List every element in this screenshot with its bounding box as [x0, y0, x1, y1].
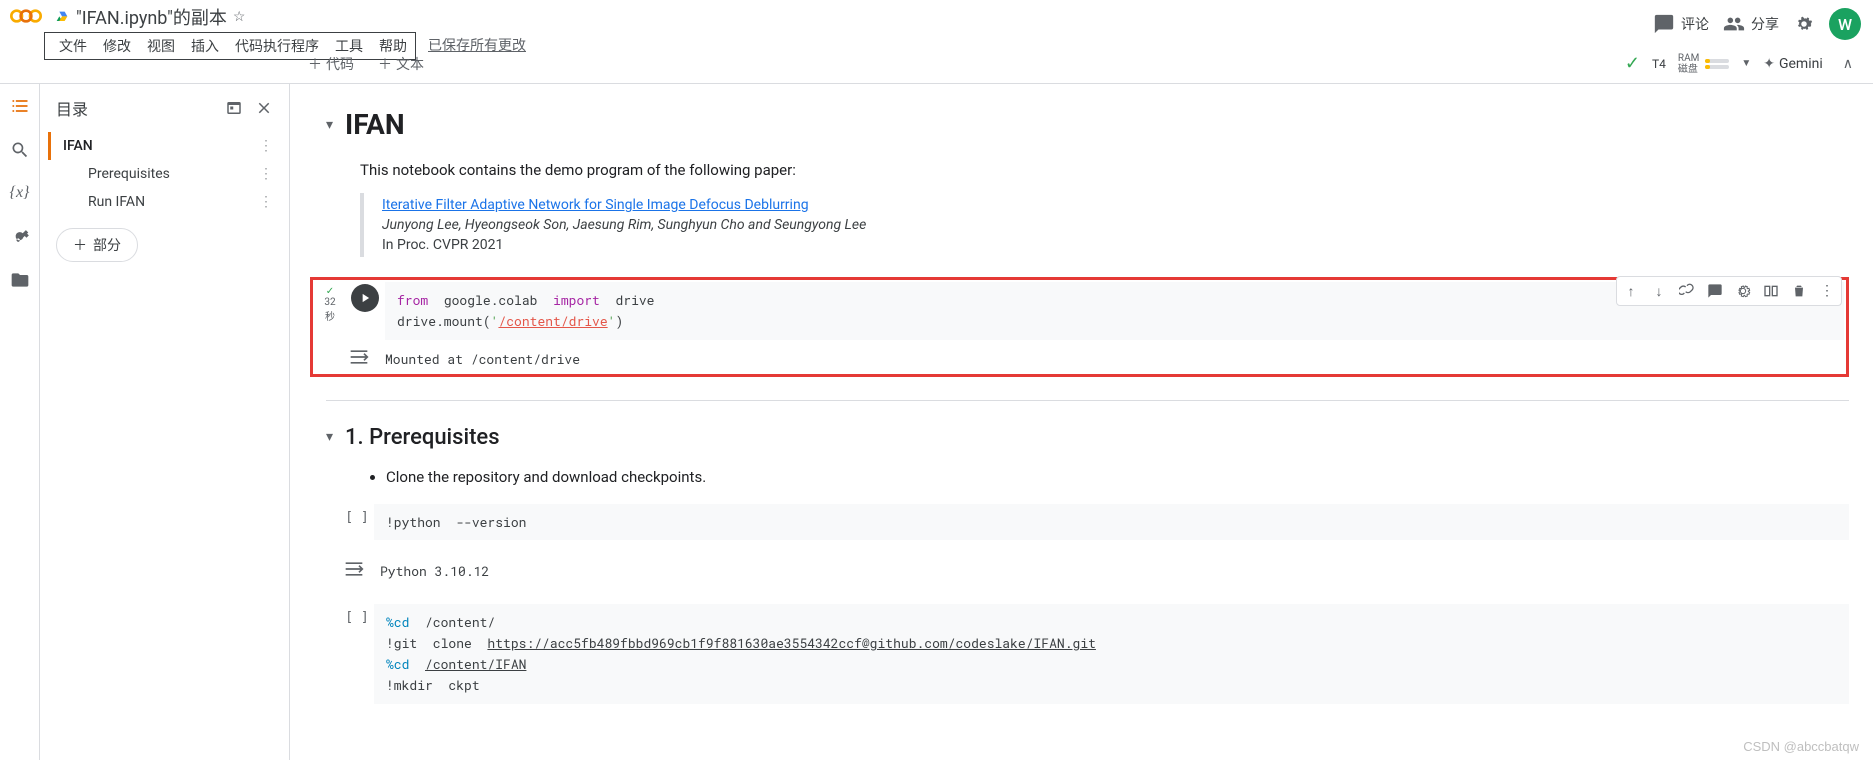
- mirror-cell-icon[interactable]: [1757, 277, 1785, 305]
- gear-icon[interactable]: [1793, 13, 1815, 35]
- toc-item-prerequisites[interactable]: Prerequisites ⋮: [48, 160, 281, 188]
- cell-output: Mounted at /content/drive: [385, 346, 1844, 372]
- expand-icon[interactable]: ∧: [1835, 52, 1861, 76]
- secrets-icon[interactable]: [10, 226, 30, 246]
- collapse-icon[interactable]: ▾: [326, 117, 333, 133]
- move-up-icon[interactable]: ↑: [1617, 277, 1645, 305]
- code-cell-clone-repo[interactable]: [ ] %cd /content/ !git clone https://acc…: [310, 604, 1849, 703]
- exec-count: [ ]: [340, 604, 374, 625]
- comment-button[interactable]: 评论: [1653, 13, 1709, 35]
- runtime-type: T4: [1652, 57, 1666, 71]
- comment-cell-icon[interactable]: [1701, 277, 1729, 305]
- toc-icon[interactable]: [10, 96, 30, 116]
- add-section-button[interactable]: ＋ 部分: [56, 228, 138, 262]
- code-editor[interactable]: !python --version: [374, 504, 1849, 541]
- cell-toolbar: ↑ ↓ ⋮: [1616, 276, 1842, 306]
- star-icon[interactable]: ☆: [233, 9, 246, 25]
- settings-cell-icon[interactable]: [1729, 277, 1757, 305]
- search-icon[interactable]: [10, 140, 30, 160]
- share-icon: [1723, 13, 1745, 35]
- code-editor[interactable]: %cd /content/ !git clone https://acc5fb4…: [374, 604, 1849, 703]
- heading-prerequisites: 1. Prerequisites: [345, 425, 500, 450]
- toc-item-ifan[interactable]: IFAN ⋮: [48, 132, 281, 160]
- more-icon[interactable]: ⋮: [259, 166, 273, 182]
- exec-time: 32: [324, 297, 335, 308]
- share-button[interactable]: 分享: [1723, 13, 1779, 35]
- sidebar-title: 目录: [56, 96, 88, 120]
- sidebar: 目录 IFAN ⋮ Prerequisites ⋮ Run IFAN ⋮ ＋ 部…: [40, 84, 290, 760]
- gemini-button[interactable]: ✦ Gemini: [1763, 56, 1823, 72]
- cell-output: Python 3.10.12: [380, 558, 1849, 584]
- exec-count: [ ]: [340, 504, 374, 525]
- new-window-icon[interactable]: [225, 99, 243, 117]
- toc-item-run-ifan[interactable]: Run IFAN ⋮: [48, 188, 281, 216]
- sparkle-icon: ✦: [1763, 56, 1775, 72]
- code-cell-python-version[interactable]: [ ] !python --version Python 3.10.12: [310, 504, 1849, 585]
- runtime-dropdown-icon[interactable]: ▼: [1741, 58, 1751, 69]
- colab-logo[interactable]: [8, 2, 44, 30]
- comment-icon: [1653, 13, 1675, 35]
- add-code-button[interactable]: ＋ 代码: [300, 50, 362, 78]
- link-icon[interactable]: [1673, 277, 1701, 305]
- venue-text: In Proc. CVPR 2021: [382, 237, 1849, 253]
- notebook-content: ▾ IFAN This notebook contains the demo p…: [290, 84, 1873, 760]
- watermark: CSDN @abccbatqw: [1743, 739, 1859, 754]
- resource-indicator[interactable]: RAM 磁盘: [1678, 53, 1729, 75]
- left-rail: {x}: [0, 84, 40, 760]
- intro-text: This notebook contains the demo program …: [360, 161, 1849, 179]
- output-toggle-icon[interactable]: [344, 560, 364, 578]
- code-cell-mount-drive[interactable]: ↑ ↓ ⋮ ✓ 32 秒 from google.col: [310, 277, 1849, 377]
- variables-icon[interactable]: {x}: [10, 184, 30, 202]
- add-text-button[interactable]: ＋ 文本: [370, 50, 432, 78]
- avatar[interactable]: W: [1829, 8, 1861, 40]
- save-status[interactable]: 已保存所有更改: [428, 35, 526, 55]
- bullet-clone: Clone the repository and download checkp…: [386, 468, 1849, 486]
- exec-check-icon: ✓: [326, 286, 334, 297]
- authors-text: Junyong Lee, Hyeongseok Son, Jaesung Rim…: [382, 217, 1849, 233]
- paper-link[interactable]: Iterative Filter Adaptive Network for Si…: [382, 197, 809, 213]
- output-toggle-icon[interactable]: [349, 348, 369, 366]
- run-cell-button[interactable]: [351, 284, 379, 312]
- heading-ifan: IFAN: [345, 108, 405, 141]
- header: "IFAN.ipynb"的副本 ☆ 文件 修改 视图 插入 代码执行程序 工具 …: [0, 0, 1873, 44]
- files-icon[interactable]: [10, 270, 30, 290]
- drive-icon: [54, 9, 70, 25]
- more-icon[interactable]: ⋮: [259, 138, 273, 154]
- more-cell-icon[interactable]: ⋮: [1813, 277, 1841, 305]
- move-down-icon[interactable]: ↓: [1645, 277, 1673, 305]
- document-title[interactable]: "IFAN.ipynb"的副本: [76, 4, 227, 30]
- status-ok-icon: ✓: [1625, 53, 1640, 74]
- paper-citation: Iterative Filter Adaptive Network for Si…: [360, 193, 1849, 257]
- delete-cell-icon[interactable]: [1785, 277, 1813, 305]
- more-icon[interactable]: ⋮: [259, 194, 273, 210]
- collapse-icon[interactable]: ▾: [326, 429, 333, 445]
- close-icon[interactable]: [255, 99, 273, 117]
